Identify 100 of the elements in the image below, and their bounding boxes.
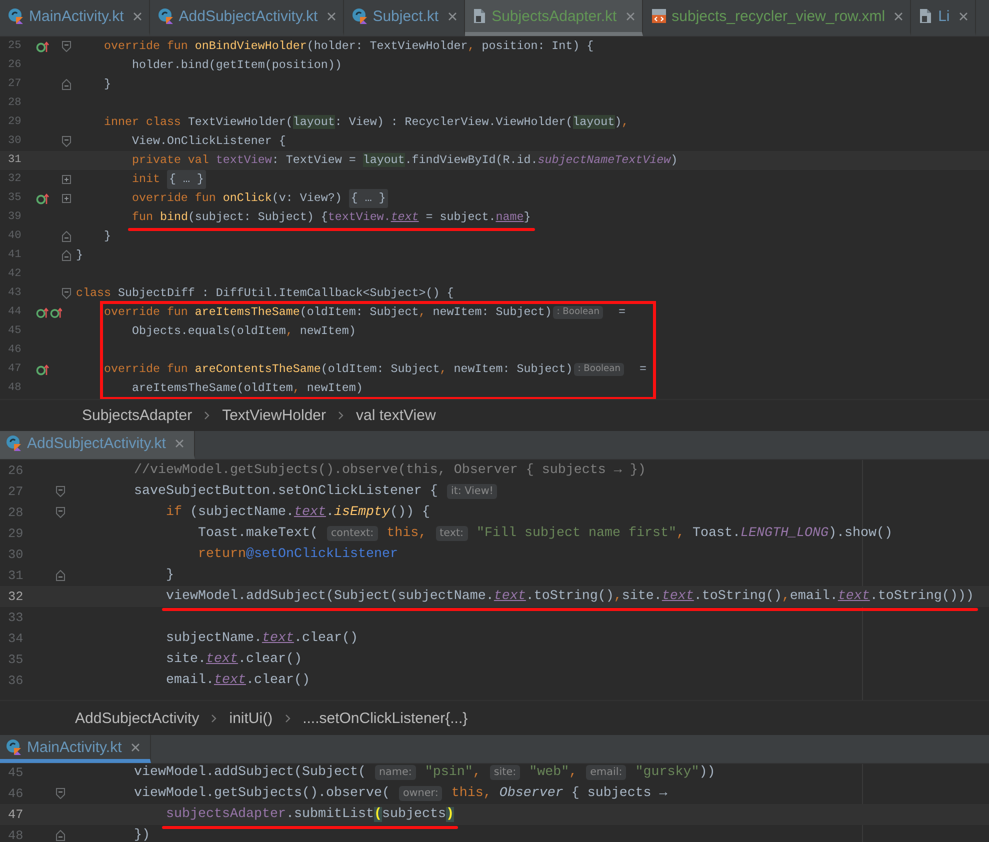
code-text: subjectsAdapter.submitList(subjects): [166, 806, 454, 824]
fold-start-icon[interactable]: [56, 788, 65, 799]
override-icon[interactable]: [50, 306, 62, 318]
line-number: 41: [7, 248, 22, 263]
line-number: 48: [7, 381, 22, 396]
code-text: }: [104, 76, 111, 93]
chevron-icon: [204, 411, 210, 420]
file-tab[interactable]: Subject.kt: [344, 0, 465, 36]
line-number: 29: [7, 115, 22, 130]
code-text: override fun areItemsTheSame(oldItem: Subject, newItem: Subject): [104, 304, 552, 321]
fold-start-icon[interactable]: [62, 288, 71, 299]
code-text: override fun onBindViewHolder(holder: TextViewHolder, position: Int) {: [104, 38, 594, 55]
close-icon[interactable]: [626, 12, 635, 20]
code-text: }: [166, 567, 174, 585]
code-text: viewModel.addSubject(Subject(subjectName.text.toString(),site.text.toString(),email.text.toString())): [166, 588, 974, 606]
line-number: 32: [7, 172, 22, 187]
breadcrumb[interactable]: AddSubjectActivity: [75, 710, 200, 726]
file-tab[interactable]: subjects_recycler_view_row.xml: [642, 0, 912, 36]
close-icon[interactable]: [132, 12, 142, 20]
line-number: 48: [7, 827, 24, 842]
fold-start-icon[interactable]: [56, 507, 65, 518]
line-number: 40: [7, 229, 22, 244]
breadcrumb[interactable]: SubjectsAdapter: [82, 407, 192, 424]
code-text: Toast.makeText(: [198, 525, 319, 543]
fold-end-icon[interactable]: [56, 830, 65, 841]
line-number: 26: [7, 58, 22, 73]
code-text: }: [104, 228, 111, 245]
code-text: =: [617, 304, 626, 321]
fold-start-icon[interactable]: [62, 41, 71, 52]
file-tab[interactable]: AddSubjectActivity.kt: [150, 0, 344, 36]
tab-label: AddSubjectActivity.kt: [27, 434, 166, 452]
code-text: override fun onClick(v: View?): [132, 190, 343, 207]
line-number: 46: [7, 785, 24, 803]
breadcrumb[interactable]: initUi(): [229, 710, 273, 726]
line-number: 45: [7, 764, 24, 782]
line-number: 35: [7, 191, 22, 206]
class-file-icon: [352, 8, 368, 24]
line-number: 28: [7, 96, 22, 111]
tab-label: MainActivity.kt: [29, 8, 124, 24]
file-tab[interactable]: Li: [911, 0, 976, 36]
parameter-hint: it: View!: [446, 484, 498, 498]
close-icon[interactable]: [326, 12, 336, 20]
fold-end-icon[interactable]: [62, 231, 71, 242]
code-text: =: [638, 361, 646, 378]
close-icon[interactable]: [130, 742, 140, 752]
line-number: 27: [7, 77, 22, 92]
breadcrumb[interactable]: ....setOnClickListener{...}: [302, 710, 468, 726]
line-number: 29: [7, 525, 24, 543]
close-icon[interactable]: [174, 438, 184, 448]
expand-icon[interactable]: [62, 194, 71, 203]
parameter-hint: : Boolean: [552, 306, 604, 319]
file-tab[interactable]: MainActivity.kt: [0, 0, 150, 36]
override-icon[interactable]: [36, 364, 49, 376]
fold-end-icon[interactable]: [62, 79, 71, 90]
code-text: override fun areContentsTheSame(oldItem: Subject, newItem: Subject): [104, 361, 573, 378]
code-text: fun bind(subject: Subject) {textView.text = subject.name}: [132, 209, 531, 226]
line-number: 26: [7, 462, 24, 480]
line-number: 31: [7, 567, 24, 585]
line-number: 34: [7, 630, 24, 648]
folded-code[interactable]: { … }: [166, 170, 206, 189]
breadcrumb[interactable]: val textView: [356, 407, 436, 424]
line-number: 31: [7, 153, 22, 168]
fold-start-icon[interactable]: [56, 486, 65, 497]
expand-icon[interactable]: [62, 175, 71, 184]
close-icon[interactable]: [448, 12, 457, 20]
code-text: holder.bind(getItem(position)): [132, 57, 342, 74]
tab-label: MainActivity.kt: [27, 738, 122, 756]
fold-end-icon[interactable]: [62, 250, 71, 261]
parameter-hint: email:: [586, 765, 626, 780]
code-text: viewModel.addSubject(Subject(: [134, 764, 367, 782]
folded-code[interactable]: { … }: [348, 189, 388, 208]
parameter-hint: text:: [436, 526, 468, 540]
line-number: 47: [7, 806, 24, 824]
parameter-hint: name:: [374, 765, 416, 780]
tab-label: Subject.kt: [372, 8, 439, 24]
file-tab[interactable]: MainActivity.kt: [0, 735, 151, 763]
parameter-hint: site:: [490, 765, 520, 780]
parameter-hint: owner:: [398, 786, 442, 800]
code-text: class SubjectDiff : DiffUtil.ItemCallback<Subject>() {: [76, 285, 454, 302]
override-icon[interactable]: [36, 192, 49, 204]
code-text: if (subjectName.text.isEmpty()) {: [166, 504, 430, 522]
fold-end-icon[interactable]: [56, 570, 65, 581]
code-text: site.text.clear(): [166, 651, 302, 669]
close-icon[interactable]: [958, 12, 968, 20]
chevron-icon: [211, 714, 218, 722]
chevron-icon: [284, 714, 291, 722]
file-icon: [472, 8, 487, 24]
line-number: 43: [7, 286, 22, 301]
fold-start-icon[interactable]: [62, 136, 71, 147]
class-file-icon: [6, 739, 22, 755]
line-number: 35: [7, 651, 24, 669]
override-icon[interactable]: [36, 40, 49, 52]
breadcrumb[interactable]: TextViewHolder: [222, 407, 326, 424]
code-text: Objects.equals(oldItem, newItem): [132, 323, 356, 340]
close-icon[interactable]: [894, 12, 904, 20]
code-text: View.OnClickListener {: [132, 133, 286, 150]
override-icon[interactable]: [36, 306, 48, 318]
line-number: 30: [7, 546, 24, 564]
xml-file-icon: [650, 8, 667, 24]
line-number: 36: [7, 672, 24, 690]
